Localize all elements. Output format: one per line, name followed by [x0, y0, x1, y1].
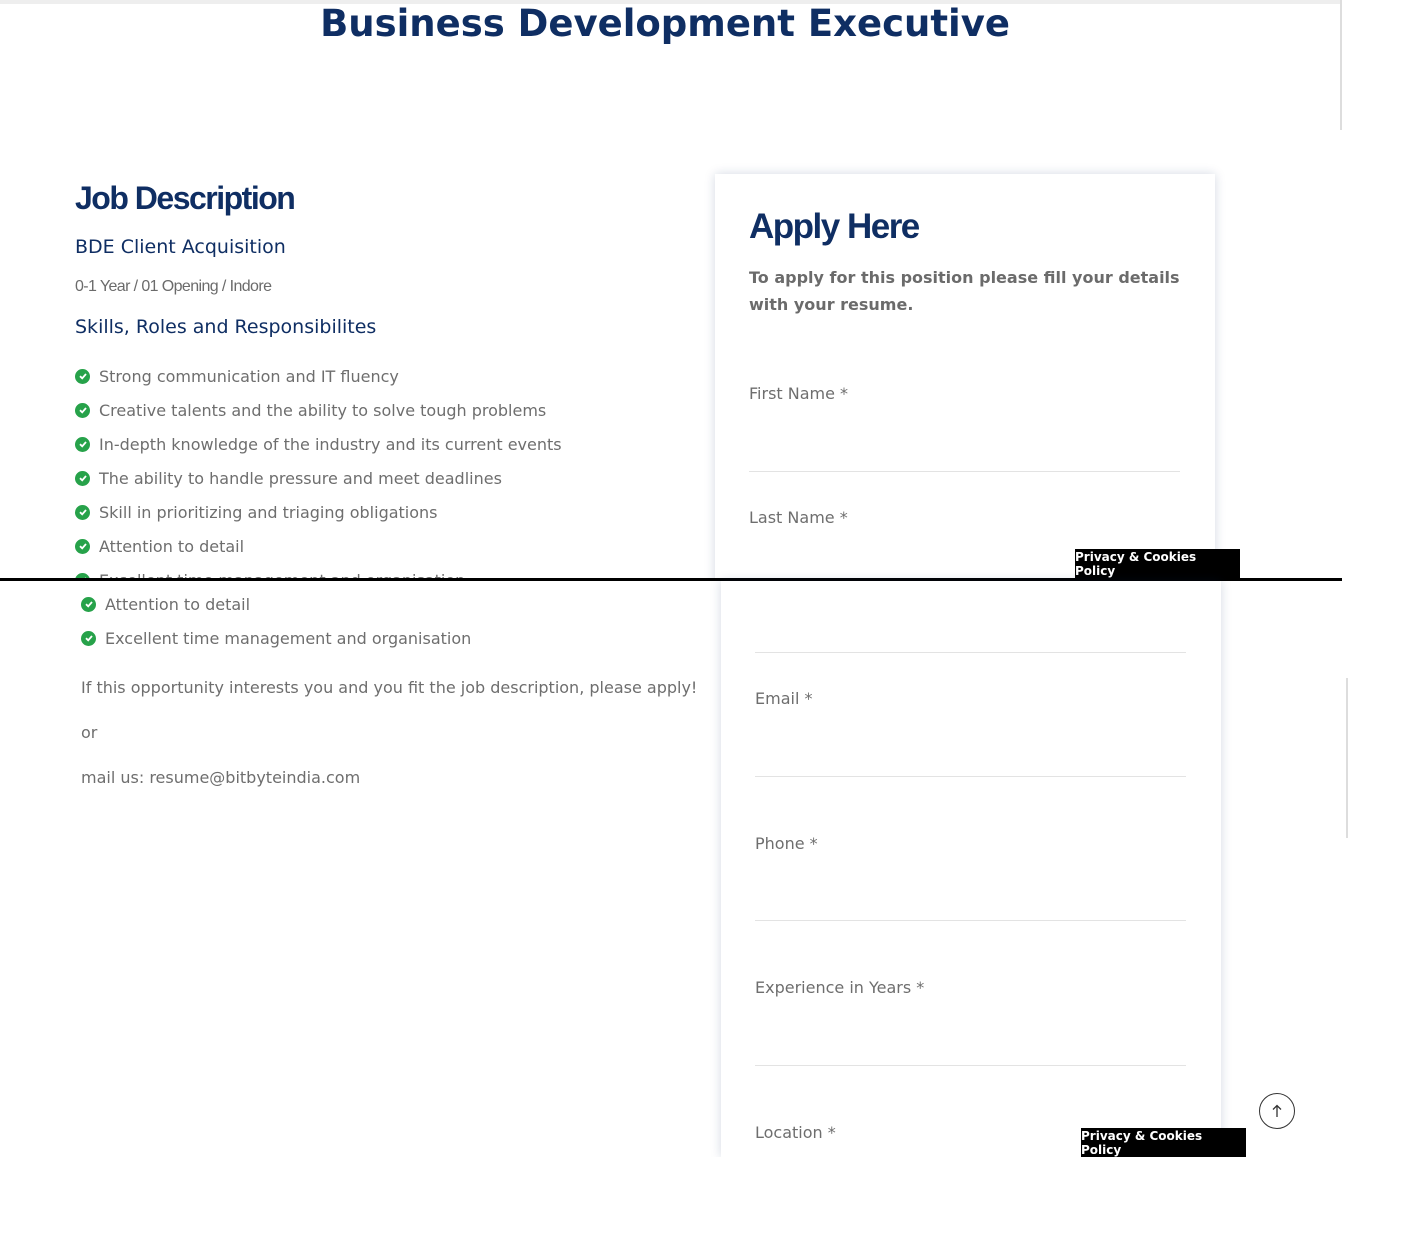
- check-circle-icon: [75, 368, 90, 384]
- list-item: Strong communication and IT fluency: [75, 359, 562, 393]
- check-circle-icon: [75, 436, 90, 452]
- skill-text: Attention to detail: [105, 594, 251, 614]
- scrollbar-edge: [1346, 678, 1348, 838]
- scrollbar-edge: [1340, 0, 1342, 130]
- skill-text: Skill in prioritizing and triaging oblig…: [99, 502, 438, 522]
- check-circle-icon: [75, 470, 90, 486]
- first-name-label: First Name *: [749, 384, 849, 403]
- skill-text: Attention to detail: [99, 536, 245, 556]
- first-name-input[interactable]: [749, 424, 1179, 454]
- list-item: Excellent time management and organisati…: [81, 621, 471, 655]
- scroll-to-top-button[interactable]: [1259, 1093, 1295, 1129]
- privacy-cookies-button[interactable]: Privacy & Cookies Policy: [1075, 549, 1240, 579]
- apply-heading: Apply Here: [749, 207, 920, 246]
- email-label: Email *: [755, 689, 813, 708]
- mail-text[interactable]: mail us: resume@bitbyteindia.com: [81, 768, 360, 787]
- email-underline: [755, 776, 1186, 777]
- check-circle-icon: [81, 596, 96, 612]
- apply-intro: To apply for this position please fill y…: [749, 268, 1180, 314]
- phone-label: Phone *: [755, 834, 818, 853]
- check-circle-icon: [81, 630, 96, 646]
- job-subtitle: BDE Client Acquisition: [75, 236, 286, 258]
- phone-underline: [755, 920, 1186, 921]
- list-item: Creative talents and the ability to solv…: [75, 393, 562, 427]
- list-item: Attention to detail: [81, 587, 471, 621]
- apply-card-continued: Email * Phone * Experience in Years * Lo…: [721, 581, 1221, 1157]
- skill-text: Excellent time management and organisati…: [105, 628, 472, 648]
- skill-text: In-depth knowledge of the industry and i…: [99, 434, 562, 454]
- last-name-label: Last Name *: [749, 508, 848, 527]
- blank-footer-area: [0, 1157, 1422, 1246]
- last-name-input[interactable]: [755, 601, 1185, 631]
- skill-text: The ability to handle pressure and meet …: [99, 468, 502, 488]
- experience-input[interactable]: [755, 1021, 1185, 1051]
- last-name-underline: [755, 652, 1186, 653]
- list-item: The ability to handle pressure and meet …: [75, 461, 562, 495]
- first-name-underline: [749, 471, 1180, 472]
- skills-list: Strong communication and IT fluency Crea…: [75, 359, 562, 580]
- arrow-up-icon: [1272, 1104, 1282, 1117]
- apply-prompt-text: If this opportunity interests you and yo…: [81, 678, 698, 697]
- or-text: or: [81, 723, 98, 742]
- list-item: In-depth knowledge of the industry and i…: [75, 427, 562, 461]
- experience-label: Experience in Years *: [755, 978, 925, 997]
- skills-list-continued: Attention to detail Excellent time manag…: [81, 587, 471, 655]
- skills-heading: Skills, Roles and Responsibilites: [75, 316, 377, 338]
- skill-text: Creative talents and the ability to solv…: [99, 400, 547, 420]
- location-label: Location *: [755, 1123, 836, 1142]
- check-circle-icon: [75, 538, 90, 554]
- apply-card: Apply Here To apply for this position pl…: [715, 174, 1215, 580]
- list-item: Attention to detail: [75, 529, 562, 563]
- phone-input[interactable]: [755, 875, 1185, 905]
- check-circle-icon: [75, 402, 90, 418]
- experience-underline: [755, 1065, 1186, 1066]
- job-description-heading: Job Description: [75, 180, 296, 216]
- top-capture: Business Development Executive Job Descr…: [0, 0, 1422, 580]
- job-meta: 0-1 Year / 01 Opening / Indore: [75, 278, 272, 295]
- email-input[interactable]: [755, 731, 1185, 761]
- page-title: Business Development Executive: [320, 2, 1010, 45]
- privacy-cookies-button[interactable]: Privacy & Cookies Policy: [1081, 1128, 1246, 1158]
- check-circle-icon: [75, 504, 90, 520]
- skill-text: Strong communication and IT fluency: [99, 366, 399, 386]
- list-item: Skill in prioritizing and triaging oblig…: [75, 495, 562, 529]
